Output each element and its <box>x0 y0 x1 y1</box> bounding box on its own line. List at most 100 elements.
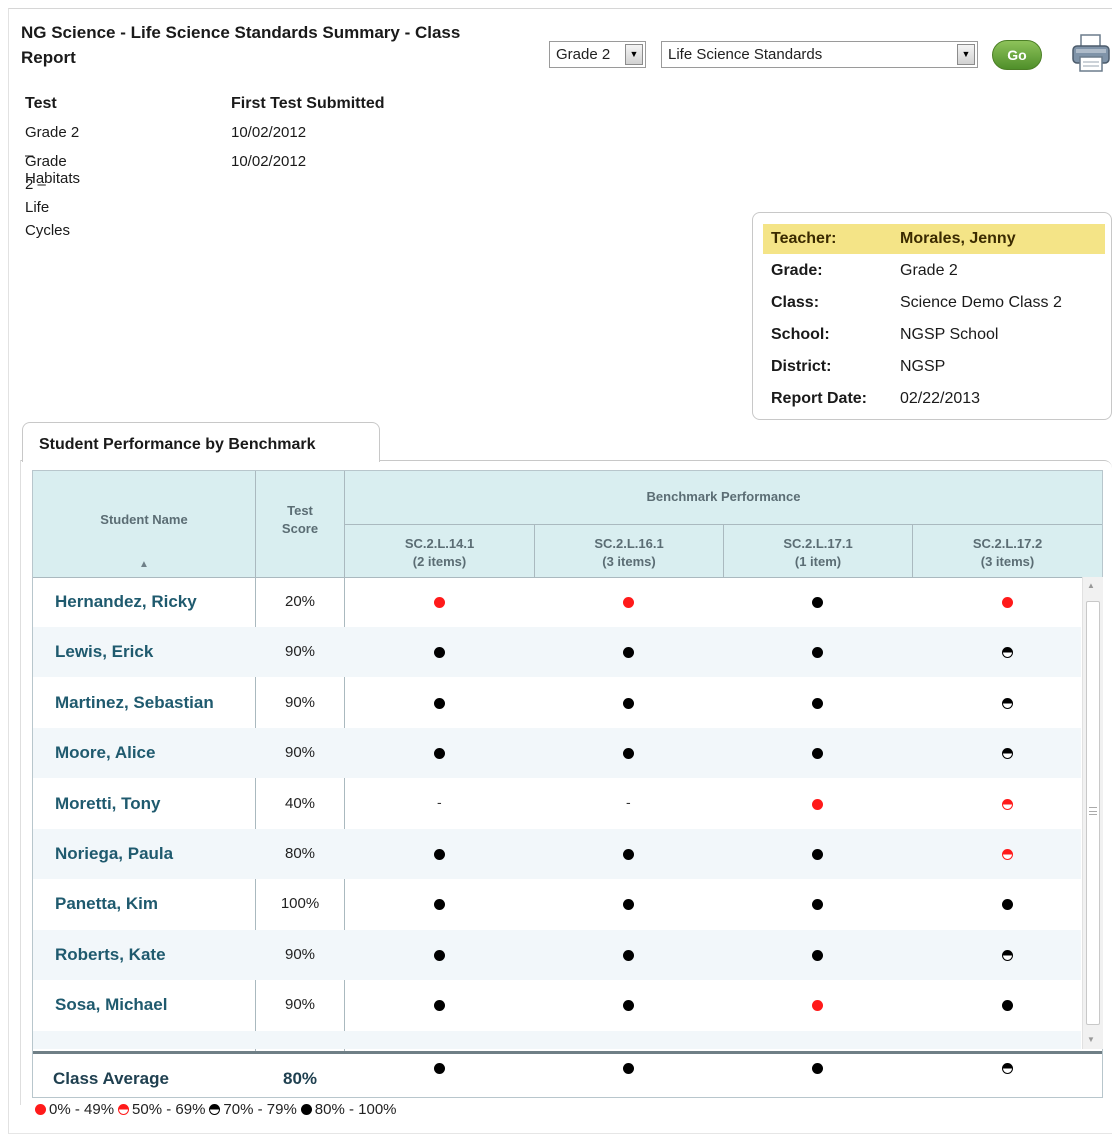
table-row[interactable]: Panetta, Kim 100% <box>33 879 1081 929</box>
table-row[interactable]: Hernandez, Ricky 20% <box>33 577 1081 627</box>
benchmark-1-red-dot-icon <box>433 596 445 608</box>
tab-student-performance[interactable]: Student Performance by Benchmark <box>22 422 380 462</box>
benchmark-2-red-dot-icon <box>622 596 634 608</box>
student-name[interactable]: Roberts, Kate <box>55 945 166 965</box>
scroll-up-icon[interactable]: ▲ <box>1087 581 1095 590</box>
scroll-down-icon[interactable]: ▼ <box>1087 1035 1095 1044</box>
printer-icon[interactable] <box>1070 32 1112 74</box>
legend-full-dot-icon <box>300 1104 312 1115</box>
chevron-down-icon[interactable]: ▼ <box>957 44 975 65</box>
benchmark-1-full-dot-icon <box>433 949 445 961</box>
benchmark-1-full-dot-icon <box>433 646 445 658</box>
student-name-header[interactable]: Student Name ▲ <box>33 471 255 577</box>
benchmark-items: (2 items) <box>412 554 467 569</box>
legend-label: 70% - 79% <box>223 1101 297 1118</box>
student-score: 100% <box>280 895 320 912</box>
benchmark-header[interactable]: SC.2.L.16.1 (3 items) <box>535 525 723 577</box>
school-value: NGSP School <box>900 326 999 343</box>
grade-select-value: Grade 2 <box>556 46 611 63</box>
class-info-card: Teacher: Morales, Jenny Grade: Grade 2 C… <box>752 212 1112 420</box>
test-date: 10/02/2012 <box>231 153 307 170</box>
benchmark-2-full-dot-icon <box>622 747 634 759</box>
benchmark-2-full-dot-icon <box>622 646 634 658</box>
table-row[interactable]: Lewis, Erick 90% <box>33 627 1081 677</box>
benchmark-1-full-dot-icon <box>433 697 445 709</box>
benchmark-code: SC.2.L.14.1 <box>404 536 475 551</box>
student-score: 40% <box>284 795 316 812</box>
legend-item: 0% - 49% <box>35 1101 114 1118</box>
benchmark-3-full-dot-icon <box>811 898 823 910</box>
table-row[interactable]: Roberts, Kate 90% <box>33 930 1081 980</box>
vertical-scrollbar[interactable]: ▲ ▼ <box>1082 577 1103 1049</box>
student-name-header-label: Student Name <box>100 512 188 527</box>
benchmark-3-full-dot-icon <box>811 949 823 961</box>
column-divider <box>912 525 913 577</box>
student-name[interactable]: Noriega, Paula <box>55 844 173 864</box>
performance-legend: 0% - 49% 50% - 69% 70% - 79% 80% - 100% <box>35 1101 401 1118</box>
grade-select[interactable]: Grade 2 ▼ <box>549 41 646 68</box>
grip-icon <box>1089 807 1097 815</box>
student-score: 20% <box>284 593 316 610</box>
legend-half-black-dot-icon <box>209 1104 221 1115</box>
benchmark-4-half-black-dot-icon <box>1001 646 1013 658</box>
teacher-row: Teacher: Morales, Jenny <box>763 224 1105 254</box>
benchmark-header[interactable]: SC.2.L.14.1 (2 items) <box>345 525 534 577</box>
table-row[interactable]: Moore, Alice 90% <box>33 728 1081 778</box>
benchmark-1-full-dot-icon <box>433 1062 445 1074</box>
table-row[interactable]: Noriega, Paula 80% <box>33 829 1081 879</box>
legend-item: 70% - 79% <box>209 1101 297 1118</box>
benchmark-1-full-dot-icon <box>433 848 445 860</box>
table-row[interactable]: Sosa, Michael 90% <box>33 980 1081 1030</box>
legend-label: 50% - 69% <box>132 1101 206 1118</box>
district-row: District: NGSP <box>763 352 1105 382</box>
benchmark-4-full-dot-icon <box>1001 999 1013 1011</box>
no-data-mark: - <box>437 794 442 810</box>
benchmark-group-header: Benchmark Performance <box>345 471 1102 524</box>
benchmark-4-red-dot-icon <box>1001 596 1013 608</box>
benchmark-code: SC.2.L.17.1 <box>783 536 853 551</box>
test-score-header-line1: Test <box>287 503 313 518</box>
benchmark-4-half-red-dot-icon <box>1001 848 1013 860</box>
benchmark-header[interactable]: SC.2.L.17.1 (1 item) <box>724 525 912 577</box>
chevron-down-icon[interactable]: ▼ <box>625 44 643 65</box>
benchmark-3-full-dot-icon <box>811 596 823 608</box>
benchmark-items: (3 items) <box>980 554 1035 569</box>
benchmark-items: (1 item) <box>794 554 842 569</box>
benchmark-4-full-dot-icon <box>1001 898 1013 910</box>
student-name[interactable]: Moretti, Tony <box>55 794 160 814</box>
table-row[interactable]: Martinez, Sebastian 90% <box>33 678 1081 728</box>
column-divider <box>534 525 535 577</box>
benchmark-3-red-dot-icon <box>811 999 823 1011</box>
benchmark-4-half-black-dot-icon <box>1001 949 1013 961</box>
go-button[interactable]: Go <box>992 40 1042 70</box>
class-average-score: 80% <box>282 1069 318 1088</box>
sort-ascending-icon[interactable]: ▲ <box>33 559 255 570</box>
legend-label: 80% - 100% <box>314 1101 397 1118</box>
class-value: Science Demo Class 2 <box>900 294 1062 311</box>
student-name[interactable]: Martinez, Sebastian <box>55 693 214 713</box>
table-row[interactable]: Moretti, Tony 40% - - <box>33 779 1081 829</box>
teacher-value: Morales, Jenny <box>900 230 1016 247</box>
test-score-header[interactable]: Test Score <box>256 471 344 577</box>
student-name[interactable]: Panetta, Kim <box>55 894 158 914</box>
standards-select[interactable]: Life Science Standards ▼ <box>661 41 978 68</box>
student-score: 90% <box>284 694 316 711</box>
scrollbar-thumb[interactable] <box>1086 601 1100 1025</box>
table-row[interactable] <box>33 1031 1081 1049</box>
benchmark-header[interactable]: SC.2.L.17.2 (3 items) <box>913 525 1102 577</box>
student-name[interactable]: Hernandez, Ricky <box>55 592 197 612</box>
legend-label: 0% - 49% <box>49 1101 115 1118</box>
benchmark-1-full-dot-icon <box>433 898 445 910</box>
benchmark-2-full-dot-icon <box>622 1062 634 1074</box>
benchmark-4-half-black-dot-icon <box>1001 1062 1013 1074</box>
test-col-header: Test <box>25 95 57 112</box>
report-date-label: Report Date: <box>771 390 868 407</box>
district-value: NGSP <box>900 358 946 375</box>
student-name[interactable]: Lewis, Erick <box>55 642 153 662</box>
benchmark-2-full-dot-icon <box>622 949 634 961</box>
student-name[interactable]: Sosa, Michael <box>55 995 167 1015</box>
benchmark-items: (3 items) <box>602 554 656 569</box>
student-name[interactable]: Moore, Alice <box>55 743 155 763</box>
benchmark-1-full-dot-icon <box>433 747 445 759</box>
district-label: District: <box>771 358 832 375</box>
